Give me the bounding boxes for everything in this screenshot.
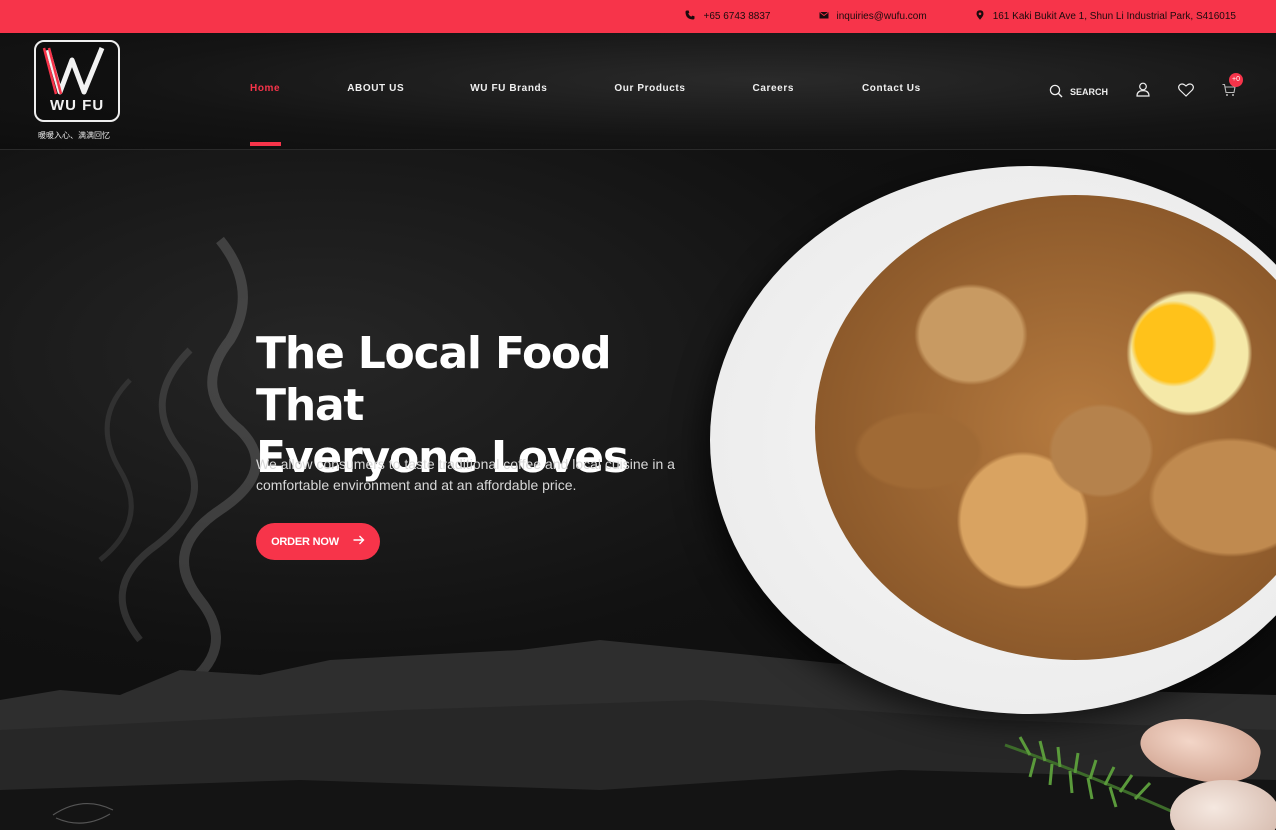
main-nav: Home ABOUT US WU FU Brands Our Products … [250,83,921,146]
header-tools: SEARCH +0 [1049,72,1243,102]
email-info[interactable]: inquiries@wufu.com [819,10,927,23]
bowl-outline-decoration [52,802,114,824]
search-label: SEARCH [1069,87,1108,97]
wishlist-button[interactable] [1178,82,1194,102]
nav-item-wu-fu-brands[interactable]: WU FU Brands [470,83,547,94]
nav-item-our-products[interactable]: Our Products [614,83,685,94]
heart-icon [1178,82,1194,102]
hero-section: The Local Food That Everyone Loves We al… [0,150,1276,830]
nav-item-contact-us[interactable]: Contact Us [862,83,921,94]
phone-number: +65 6743 8837 [703,11,771,22]
user-icon [1136,82,1150,102]
site-header: WU FU 暖暖入心、满满回忆 Home ABOUT US WU FU Bran… [0,33,1276,150]
arrow-right-icon [353,535,365,548]
hero-headline-line-1: The Local Food That [256,328,612,431]
phone-icon [685,10,695,23]
location-icon [975,10,985,23]
email-address: inquiries@wufu.com [836,11,927,22]
nav-item-home[interactable]: Home [250,83,282,146]
top-info-bar: +65 6743 8837 inquiries@wufu.com 161 Kak… [0,0,1276,33]
search-icon [1049,84,1063,100]
order-now-label: ORDER NOW [271,535,339,548]
search-button[interactable]: SEARCH [1049,84,1108,100]
cart-count-badge: +0 [1229,72,1243,87]
logo-badge: WU FU [34,40,120,122]
order-now-button[interactable]: ORDER NOW [256,523,380,560]
address-text: 161 Kaki Bukit Ave 1, Shun Li Industrial… [992,11,1236,22]
logo-brand-text: WU FU [50,97,105,114]
logo-w-mark-icon [42,47,105,95]
nav-item-careers[interactable]: Careers [753,83,794,94]
site-logo[interactable]: WU FU 暖暖入心、满满回忆 [34,40,124,140]
hero-description: We allow consumers to taste traditional … [256,456,675,493]
account-button[interactable] [1136,82,1150,102]
cart-button[interactable]: +0 [1222,72,1243,102]
logo-tagline: 暖暖入心、满满回忆 [38,131,110,140]
nav-item-about-us[interactable]: ABOUT US [347,83,404,94]
address-info: 161 Kaki Bukit Ave 1, Shun Li Industrial… [975,10,1236,23]
mail-icon [819,10,829,23]
phone-info[interactable]: +65 6743 8837 [685,10,771,23]
